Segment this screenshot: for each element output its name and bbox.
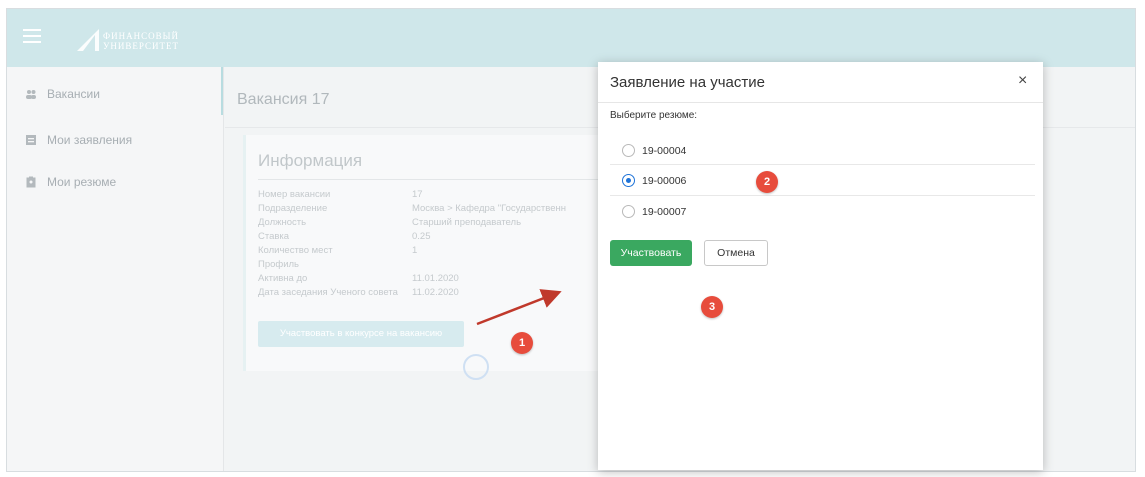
info-key: Дата заседания Ученого совета xyxy=(258,287,398,298)
info-key: Профиль xyxy=(258,259,300,270)
resume-option-label: 19-00006 xyxy=(642,175,687,187)
info-row: Подразделение Москва > Кафедра "Государст… xyxy=(258,203,618,214)
resume-option-label: 19-00004 xyxy=(642,145,687,157)
participate-button[interactable]: Участвовать xyxy=(610,240,692,266)
info-value: Старший преподаватель xyxy=(412,217,522,228)
annotation-badge-2: 2 xyxy=(756,171,778,193)
info-heading: Информация xyxy=(258,151,363,170)
sidebar: Вакансии Мои заявления Мои резюме xyxy=(7,67,224,471)
modal-title: Заявление на участие xyxy=(610,74,765,91)
info-value: Москва > Кафедра "Государственн xyxy=(412,203,566,214)
info-value: 11.01.2020 xyxy=(412,273,459,284)
logo-mark-icon xyxy=(77,29,99,51)
info-value: 11.02.2020 xyxy=(412,287,459,298)
university-logo[interactable]: ФИНАНСОВЫЙ УНИВЕРСИТЕТ xyxy=(75,21,185,55)
document-icon xyxy=(26,135,36,145)
sidebar-item-label: Мои резюме xyxy=(47,175,117,189)
apply-vacancy-button[interactable]: Участвовать в конкурсе на вакансию xyxy=(258,321,464,347)
sidebar-item-my-applications[interactable]: Мои заявления xyxy=(25,133,132,153)
page-title: Вакансия 17 xyxy=(237,91,330,108)
resume-option-label: 19-00007 xyxy=(642,206,687,218)
info-value: 0.25 xyxy=(412,231,431,242)
sidebar-item-label: Мои заявления xyxy=(47,133,133,147)
info-row: Активна до 11.01.2020 xyxy=(258,273,618,284)
resume-option[interactable]: 19-00006 xyxy=(610,168,1035,194)
info-card: Информация Номер вакансии 17 Подразделени… xyxy=(243,135,606,371)
close-icon[interactable]: × xyxy=(1018,72,1027,90)
menu-icon[interactable] xyxy=(23,29,41,43)
info-row: Ставка 0.25 xyxy=(258,231,618,242)
logo-text-line1: ФИНАНСОВЫЙ xyxy=(103,31,179,41)
annotation-badge-1: 1 xyxy=(511,332,533,354)
info-row: Количество мест 1 xyxy=(258,245,618,256)
info-value: 1 xyxy=(412,245,418,256)
info-key: Активна до xyxy=(258,273,308,284)
info-key: Количество мест xyxy=(258,245,333,256)
people-icon xyxy=(26,90,36,99)
sidebar-active-indicator xyxy=(221,67,223,115)
radio-button[interactable] xyxy=(622,205,635,218)
sidebar-item-my-resumes[interactable]: Мои резюме xyxy=(25,175,116,195)
loading-spinner-icon xyxy=(463,354,489,380)
radio-button-selected[interactable] xyxy=(622,174,635,187)
resume-option[interactable]: 19-00007 xyxy=(610,199,1035,225)
info-key: Номер вакансии xyxy=(258,189,331,200)
top-bar: ФИНАНСОВЫЙ УНИВЕРСИТЕТ xyxy=(7,9,1135,67)
info-row: Профиль xyxy=(258,259,618,270)
resume-option[interactable]: 19-00004 xyxy=(610,138,1035,164)
info-row: Должность Старший преподаватель xyxy=(258,217,618,228)
info-row: Дата заседания Ученого совета 11.02.2020 xyxy=(258,287,618,298)
choose-resume-label: Выберите резюме: xyxy=(610,110,698,121)
info-key: Подразделение xyxy=(258,203,328,214)
sidebar-item-vacancies[interactable]: Вакансии xyxy=(25,87,100,107)
divider xyxy=(610,164,1035,165)
divider xyxy=(610,195,1035,196)
clipboard-icon xyxy=(26,176,36,188)
divider xyxy=(598,102,1043,103)
annotation-badge-3: 3 xyxy=(701,296,723,318)
application-modal: Заявление на участие × Выберите резюме: … xyxy=(598,62,1043,470)
radio-button[interactable] xyxy=(622,144,635,157)
info-row: Номер вакансии 17 xyxy=(258,189,618,200)
logo-text-line2: УНИВЕРСИТЕТ xyxy=(103,41,179,51)
info-key: Ставка xyxy=(258,231,290,242)
info-value: 17 xyxy=(412,189,423,200)
info-key: Должность xyxy=(258,217,307,228)
divider xyxy=(258,179,598,180)
sidebar-item-label: Вакансии xyxy=(47,87,100,101)
cancel-button[interactable]: Отмена xyxy=(704,240,768,266)
